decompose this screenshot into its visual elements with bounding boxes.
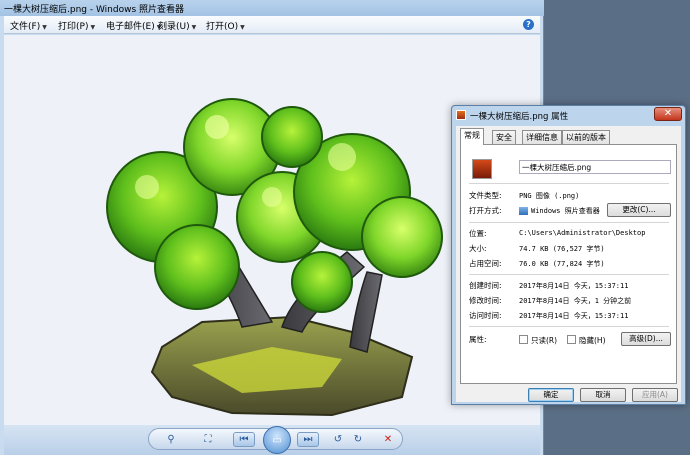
viewer-menubar: 文件(F) ▼ 打印(P) ▼ 电子邮件(E) ▼ 刻录(U) ▼ 打开(O) ▼ ? <box>4 16 540 34</box>
size-value: 74.7 KB (76,527 字节) <box>519 245 605 253</box>
modified-label: 修改时间: <box>469 296 502 305</box>
props-title: 一棵大树压缩后.png 属性 <box>470 112 569 122</box>
chevron-down-icon: ▼ <box>191 24 197 31</box>
next-icon[interactable]: ⏭ <box>297 432 319 447</box>
divider <box>469 222 669 223</box>
menu-burn[interactable]: 刻录(U) ▼ <box>158 19 196 32</box>
help-button[interactable]: ? <box>523 19 534 30</box>
toolbar-capsule: ⚲ ⛶ ⏮ ▭ ⏭ ↺ ↻ ✕ <box>148 426 403 454</box>
hidden-checkbox-group: 隐藏(H) <box>567 335 617 345</box>
magnifier-icon[interactable]: ⚲ <box>163 432 179 447</box>
divider <box>469 326 669 327</box>
open-with-value: Windows 照片查看器 <box>519 206 600 216</box>
menu-email[interactable]: 电子邮件(E) ▼ <box>106 19 161 32</box>
tab-panel-general: 一棵大树压缩后.png 文件类型: PNG 图像 (.png) 打开方式: Wi… <box>460 144 677 384</box>
modified-value: 2017年8月14日 今天，1 分钟之前 <box>519 297 632 305</box>
accessed-label: 访问时间: <box>469 311 502 320</box>
menu-print[interactable]: 打印(P) ▼ <box>58 19 95 32</box>
tab-general[interactable]: 常规 <box>460 128 484 145</box>
photo-viewer-icon <box>519 207 528 215</box>
chevron-down-icon: ▼ <box>240 24 245 31</box>
viewer-titlebar[interactable]: 一棵大树压缩后.png - Windows 照片查看器 <box>0 0 544 16</box>
actual-size-icon[interactable]: ⛶ <box>201 432 215 447</box>
hidden-label: 隐藏(H) <box>579 336 606 345</box>
tree-image <box>106 98 443 417</box>
file-name-field[interactable]: 一棵大树压缩后.png <box>519 160 671 174</box>
open-with-label: 打开方式: <box>469 206 502 215</box>
previous-icon[interactable]: ⏮ <box>233 432 255 447</box>
advanced-button[interactable]: 高级(D)... <box>621 332 671 346</box>
menu-file[interactable]: 文件(F) ▼ <box>10 19 47 32</box>
divider <box>469 274 669 275</box>
created-label: 创建时间: <box>469 281 502 290</box>
rotate-ccw-icon[interactable]: ↺ <box>331 432 345 447</box>
tab-previous-versions[interactable]: 以前的版本 <box>562 130 610 144</box>
apply-button[interactable]: 应用(A) <box>632 388 678 402</box>
ok-button[interactable]: 确定 <box>528 388 574 402</box>
readonly-checkbox[interactable] <box>519 335 528 344</box>
file-type-label: 文件类型: <box>469 191 502 200</box>
properties-dialog: 一棵大树压缩后.png 属性 ✕ 常规 安全 详细信息 以前的版本 一棵大树压缩… <box>451 105 686 405</box>
viewer-toolbar: ⚲ ⛶ ⏮ ▭ ⏭ ↺ ↻ ✕ <box>4 425 540 455</box>
props-body: 常规 安全 详细信息 以前的版本 一棵大树压缩后.png 文件类型: PNG 图… <box>456 126 681 402</box>
created-value: 2017年8月14日 今天，15:37:11 <box>519 282 629 290</box>
image-file-icon <box>472 159 492 179</box>
readonly-label: 只读(R) <box>531 336 558 345</box>
disk-size-label: 占用空间: <box>469 259 502 268</box>
menu-open[interactable]: 打开(O) ▼ <box>206 19 245 32</box>
props-titlebar[interactable]: 一棵大树压缩后.png 属性 ✕ <box>452 106 685 124</box>
rotate-cw-icon[interactable]: ↻ <box>351 432 365 447</box>
close-button[interactable]: ✕ <box>654 107 682 121</box>
cancel-button[interactable]: 取消 <box>580 388 626 402</box>
delete-icon[interactable]: ✕ <box>381 432 395 447</box>
tab-security[interactable]: 安全 <box>492 130 516 144</box>
chevron-down-icon: ▼ <box>90 24 96 31</box>
attributes-label: 属性: <box>469 335 487 344</box>
tab-details[interactable]: 详细信息 <box>522 130 562 144</box>
readonly-checkbox-group: 只读(R) <box>519 335 569 345</box>
chevron-down-icon: ▼ <box>42 24 47 31</box>
location-label: 位置: <box>469 229 487 238</box>
file-type-value: PNG 图像 (.png) <box>519 192 580 200</box>
change-button[interactable]: 更改(C)... <box>607 203 671 217</box>
viewer-title: 一棵大树压缩后.png - Windows 照片查看器 <box>4 5 184 15</box>
location-value: C:\Users\Administrator\Desktop <box>519 229 646 237</box>
divider <box>469 183 669 184</box>
file-app-icon <box>456 110 466 120</box>
accessed-value: 2017年8月14日 今天，15:37:11 <box>519 312 629 320</box>
hidden-checkbox[interactable] <box>567 335 576 344</box>
disk-size-value: 76.0 KB (77,824 字节) <box>519 260 605 268</box>
size-label: 大小: <box>469 244 487 253</box>
slideshow-icon[interactable]: ▭ <box>263 426 291 454</box>
